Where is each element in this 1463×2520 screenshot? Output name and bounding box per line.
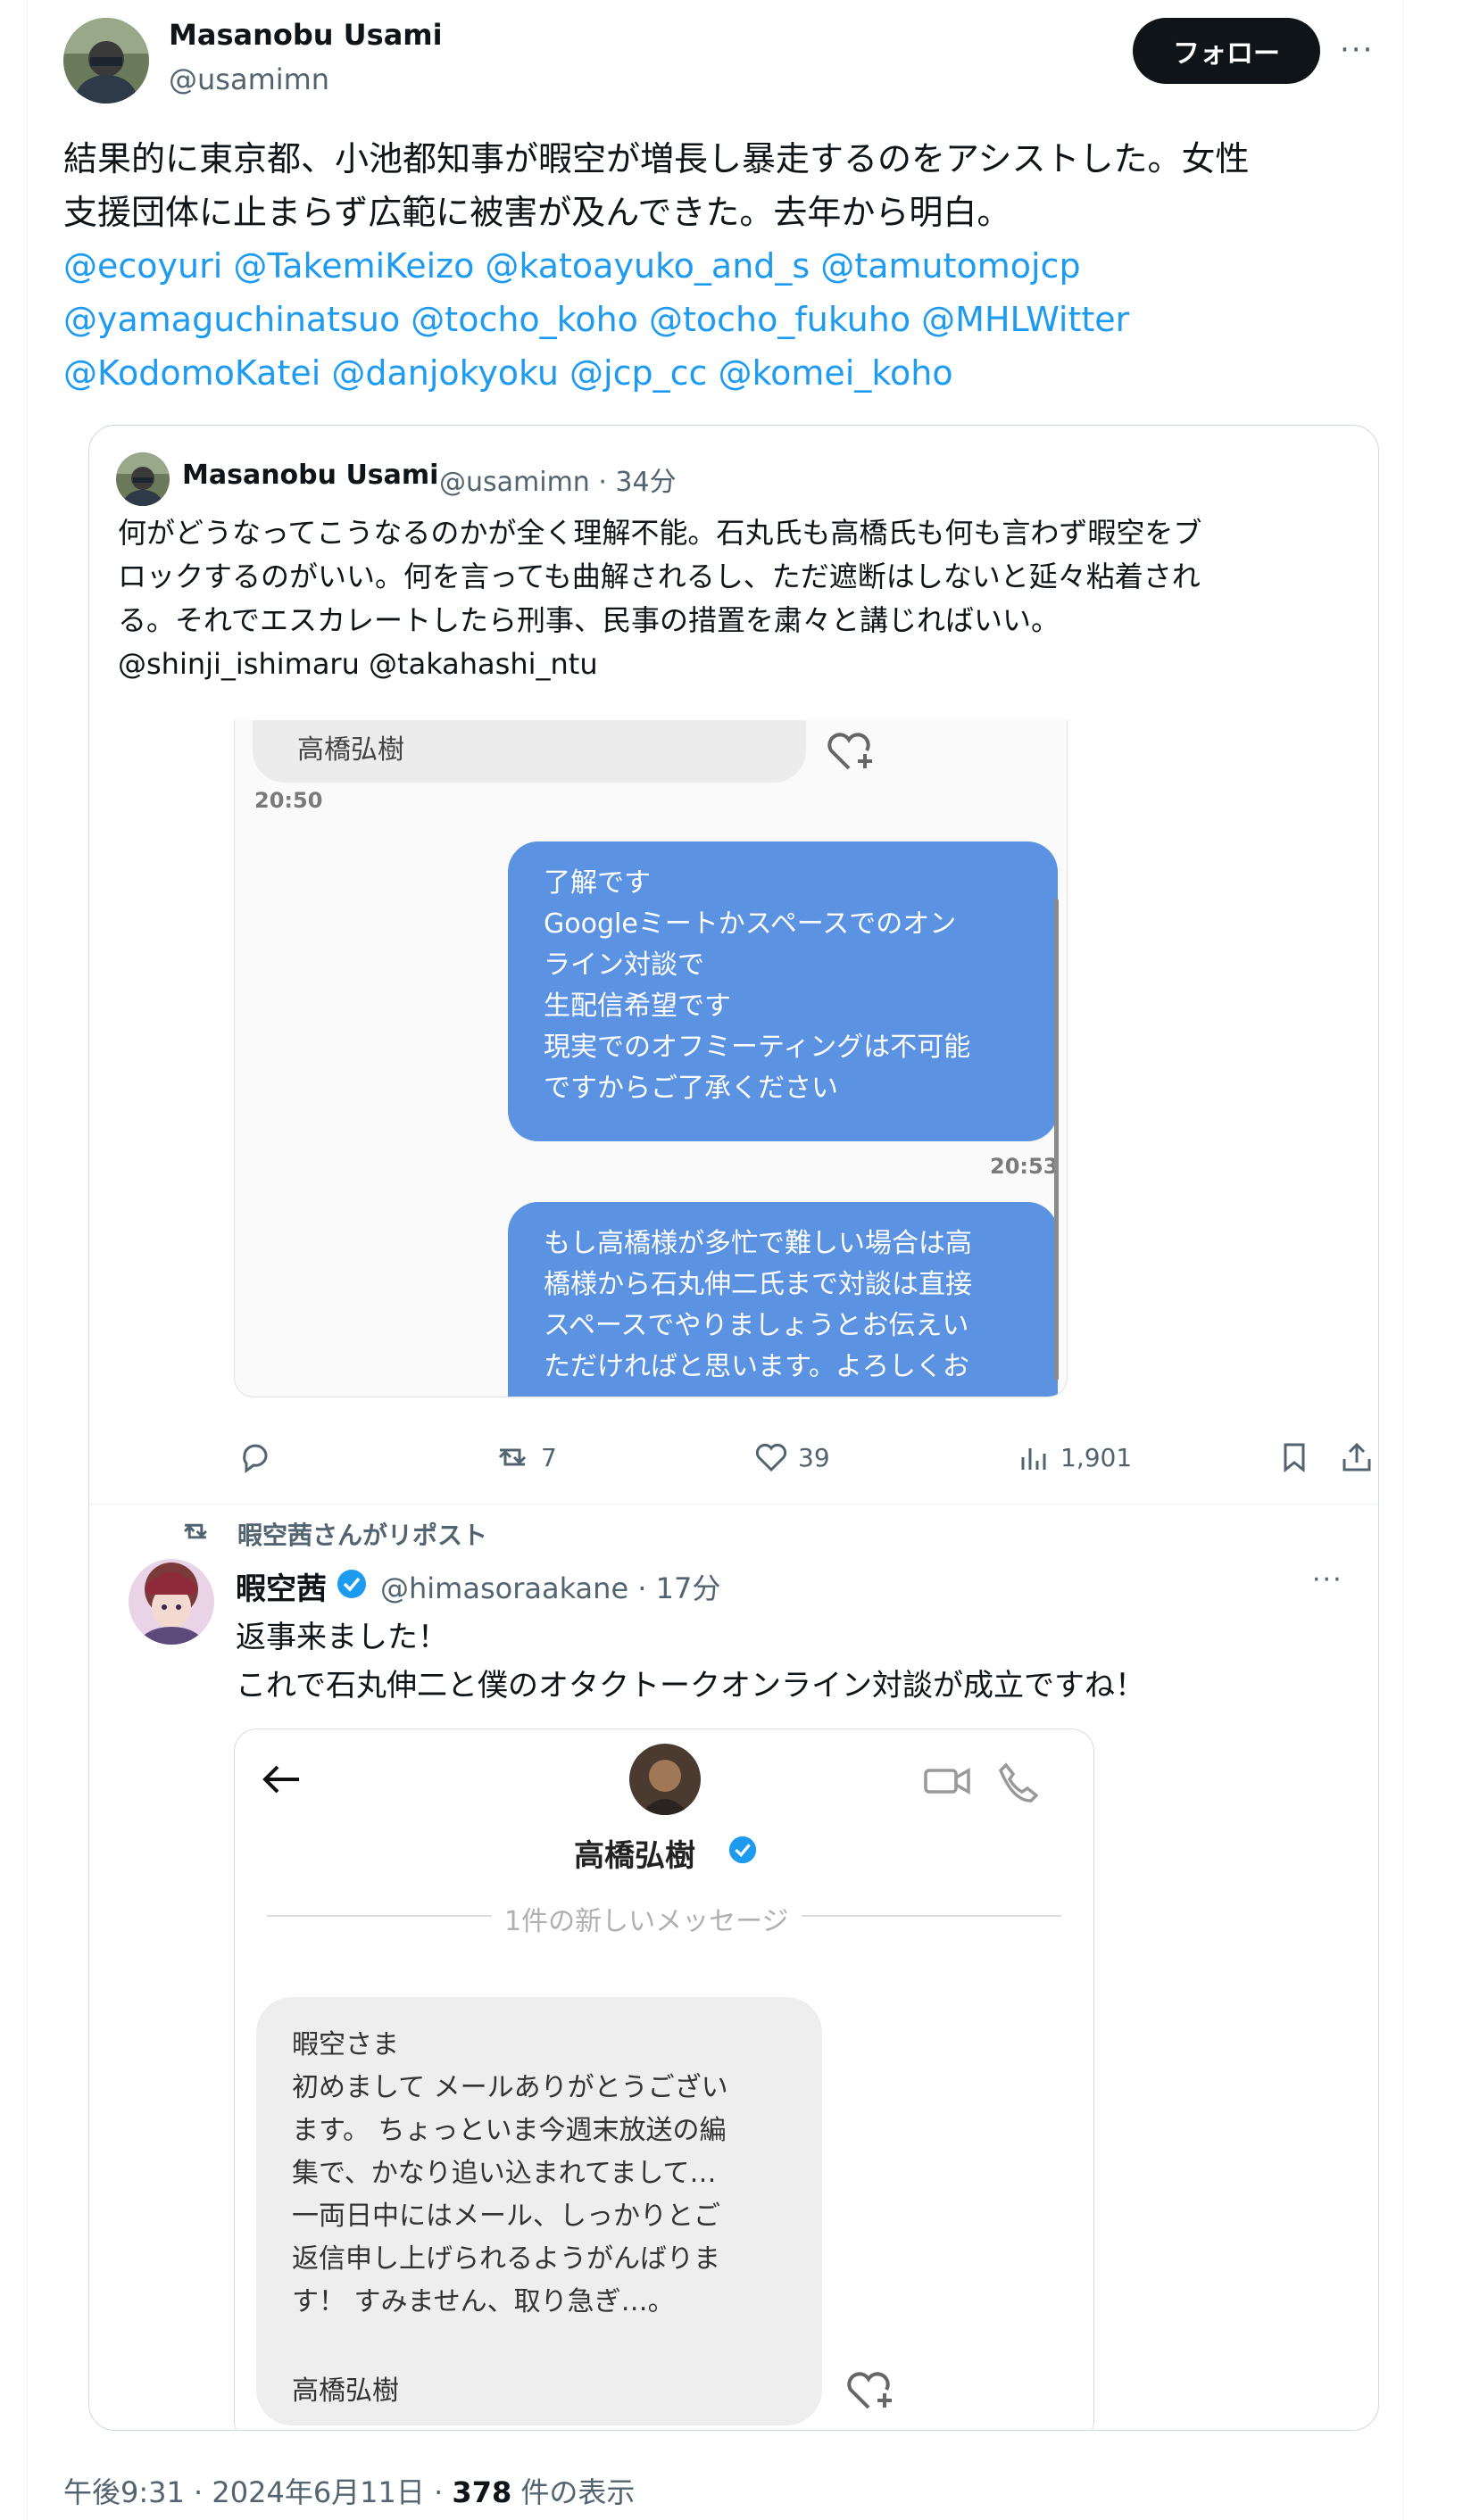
message-line: ライン対談で xyxy=(544,949,704,981)
more-options-icon[interactable]: ··· xyxy=(1340,32,1374,68)
message-line: 生配信希望です xyxy=(544,991,731,1022)
message-time: 20:50 xyxy=(254,788,323,813)
repost-icon xyxy=(498,1448,527,1466)
message-line: す！ すみません、取り急ぎ…。 xyxy=(292,2286,675,2317)
mention-line[interactable]: @yamaguchinatsuo @tocho_koho @tocho_fuku… xyxy=(63,293,1384,346)
message-line: ですからご了承ください xyxy=(544,1073,838,1104)
message-bubble: 了解です Googleミートかスペースでのオン ライン対談で 生配信希望です 現… xyxy=(508,841,1058,1141)
like-count: 39 xyxy=(798,1442,830,1472)
message-line: 現実でのオフミーティングは不可能 xyxy=(544,1032,971,1063)
share-icon xyxy=(1342,1442,1371,1471)
view-count-label: 件の表示 xyxy=(511,2475,636,2509)
new-messages-label: 1件の新しいメッセージ xyxy=(492,1899,802,1938)
views-button[interactable]: 1,901 xyxy=(1016,1439,1132,1475)
quote-text-line: 何がどうなってこうなるのかが全く理解不能。石丸氏も高橋氏も何も言わず暇空をブ xyxy=(118,516,1202,550)
tweet-footer: 午後9:31 · 2024年6月11日 · 378 件の表示 xyxy=(63,2470,635,2511)
views-icon xyxy=(1021,1448,1046,1470)
verified-badge-icon xyxy=(336,1568,368,1600)
quote-action-bar: 7 39 1,901 xyxy=(89,1434,1378,1488)
quote-text-line: ロックするのがいい。何を言っても曲解されるし、ただ遮断はしないと延々粘着され xyxy=(118,560,1201,593)
mention-line[interactable]: @ecoyuri @TakemiKeizo @katoayuko_and_s @… xyxy=(63,239,1384,293)
view-count: 378 xyxy=(452,2475,512,2509)
like-button[interactable]: 39 xyxy=(753,1439,830,1475)
heart-plus-icon xyxy=(824,729,874,774)
share-button[interactable] xyxy=(1339,1439,1375,1475)
back-arrow-icon xyxy=(260,1762,303,1797)
message-time: 20:53 xyxy=(990,1154,1059,1179)
author-handle[interactable]: @usamimn xyxy=(169,62,329,96)
message-line: 暇空さま xyxy=(292,2029,399,2060)
dm-screenshot-image[interactable]: 高橋弘樹 1件の新しいメッセージ 暇空さま 初めまして メールありがとうござい … xyxy=(234,1728,1094,2430)
repost-text-line: 返事来ました！ xyxy=(236,1620,448,1655)
quote-author-name[interactable]: Masanobu Usami xyxy=(182,460,438,491)
repost-count: 7 xyxy=(541,1442,557,1472)
message-text: 暇空さま 初めまして メールありがとうござい ます。 ちょっといま今週末放送の編… xyxy=(292,2024,728,2413)
reposted-by-label[interactable]: 暇空茜さんがリポスト xyxy=(237,1516,487,1552)
message-line: Googleミートかスペースでのオン xyxy=(544,908,957,940)
repost-author-handle[interactable]: @himasoraakane · 17分 xyxy=(380,1566,720,1607)
reply-icon xyxy=(243,1444,268,1473)
message-line: もし高橋様が多忙で難しい場合は高 xyxy=(544,1228,972,1259)
tweet-text-line: 結果的に東京都、小池都知事が暇空が増長し暴走するのをアシストした。女性 xyxy=(63,139,1250,178)
tweet-card: Masanobu Usami @usamimn フォロー ··· 結果的に東京都… xyxy=(27,0,1403,2520)
contact-name: 高橋弘樹 xyxy=(574,1838,695,1874)
message-line: ます。 ちょっといま今週末放送の編 xyxy=(292,2115,727,2146)
message-line: 一両日中にはメール、しっかりとご xyxy=(292,2201,720,2232)
quote-author-avatar[interactable] xyxy=(116,452,170,506)
message-bubble: 高橋弘樹 xyxy=(253,720,806,783)
heart-plus-icon xyxy=(844,2368,894,2413)
message-line: 返信申し上げられるようがんばりま xyxy=(292,2243,720,2275)
verified-badge-icon xyxy=(727,1835,758,1865)
message-bubble: もし高橋様が多忙で難しい場合は高 橋様から石丸伸二氏まで対談は直接 スペースでや… xyxy=(508,1202,1058,1397)
scrollbar[interactable] xyxy=(1054,899,1059,1380)
divider xyxy=(89,1504,1378,1505)
message-line: ただければと思います。よろしくお xyxy=(544,1351,969,1382)
quoted-tweet[interactable]: Masanobu Usami @usamimn · 34分 何がどうなってこうな… xyxy=(88,425,1379,2431)
message-line: 了解です xyxy=(544,867,651,899)
message-line: 初めまして メールありがとうござい xyxy=(292,2072,728,2103)
message-bubble: 暇空さま 初めまして メールありがとうござい ます。 ちょっといま今週末放送の編… xyxy=(256,1997,822,2425)
video-call-icon xyxy=(922,1763,972,1799)
dm-screenshot-image[interactable]: 高橋弘樹 20:50 了解です Googleミートかスペースでのオン ライン対談… xyxy=(234,720,1068,1397)
repost-author-avatar[interactable] xyxy=(129,1559,214,1645)
author-avatar[interactable] xyxy=(63,18,149,104)
mention-line[interactable]: @KodomoKatei @danjokyoku @jcp_cc @komei_… xyxy=(63,346,1384,400)
heart-icon xyxy=(755,1443,787,1472)
reply-button[interactable] xyxy=(237,1439,282,1475)
follow-button[interactable]: フォロー xyxy=(1133,18,1320,84)
repost-button[interactable]: 7 xyxy=(493,1439,557,1475)
repost-indicator-icon xyxy=(179,1516,212,1546)
phone-call-icon xyxy=(995,1760,1038,1803)
tweet-text: 結果的に東京都、小池都知事が暇空が増長し暴走するのをアシストした。女性 支援団体… xyxy=(63,132,1384,400)
bubble-sender-name: 高橋弘樹 xyxy=(297,734,404,766)
bookmark-icon xyxy=(1284,1443,1305,1473)
repost-author-name[interactable]: 暇空茜 xyxy=(236,1564,327,1608)
quote-text-line: @shinji_ishimaru @takahashi_ntu xyxy=(118,647,598,681)
author-name[interactable]: Masanobu Usami xyxy=(169,18,443,52)
views-count: 1,901 xyxy=(1060,1442,1133,1472)
repost-text-line: これで石丸伸二と僕のオタクトークオンライン対談が成立ですね！ xyxy=(236,1668,1145,1703)
quote-text-line: る。それでエスカレートしたら刑事、民事の措置を粛々と講じればいい。 xyxy=(118,603,1060,637)
timestamp[interactable]: 午後9:31 · 2024年6月11日 · xyxy=(63,2475,452,2509)
bookmark-button[interactable] xyxy=(1276,1439,1312,1475)
more-options-icon[interactable]: ··· xyxy=(1312,1564,1343,1596)
message-line: 集で、かなり追い込まれてまして… xyxy=(292,2158,717,2189)
contact-avatar xyxy=(629,1744,701,1815)
message-signature: 高橋弘樹 xyxy=(292,2375,399,2407)
message-line: スペースでやりましょうとお伝えい xyxy=(544,1310,969,1341)
tweet-text-line: 支援団体に止まらず広範に被害が及んできた。去年から明白。 xyxy=(63,193,1011,232)
quote-author-handle[interactable]: @usamimn · 34分 xyxy=(439,460,677,499)
message-line: 橋様から石丸伸二氏まで対談は直接 xyxy=(544,1269,972,1300)
